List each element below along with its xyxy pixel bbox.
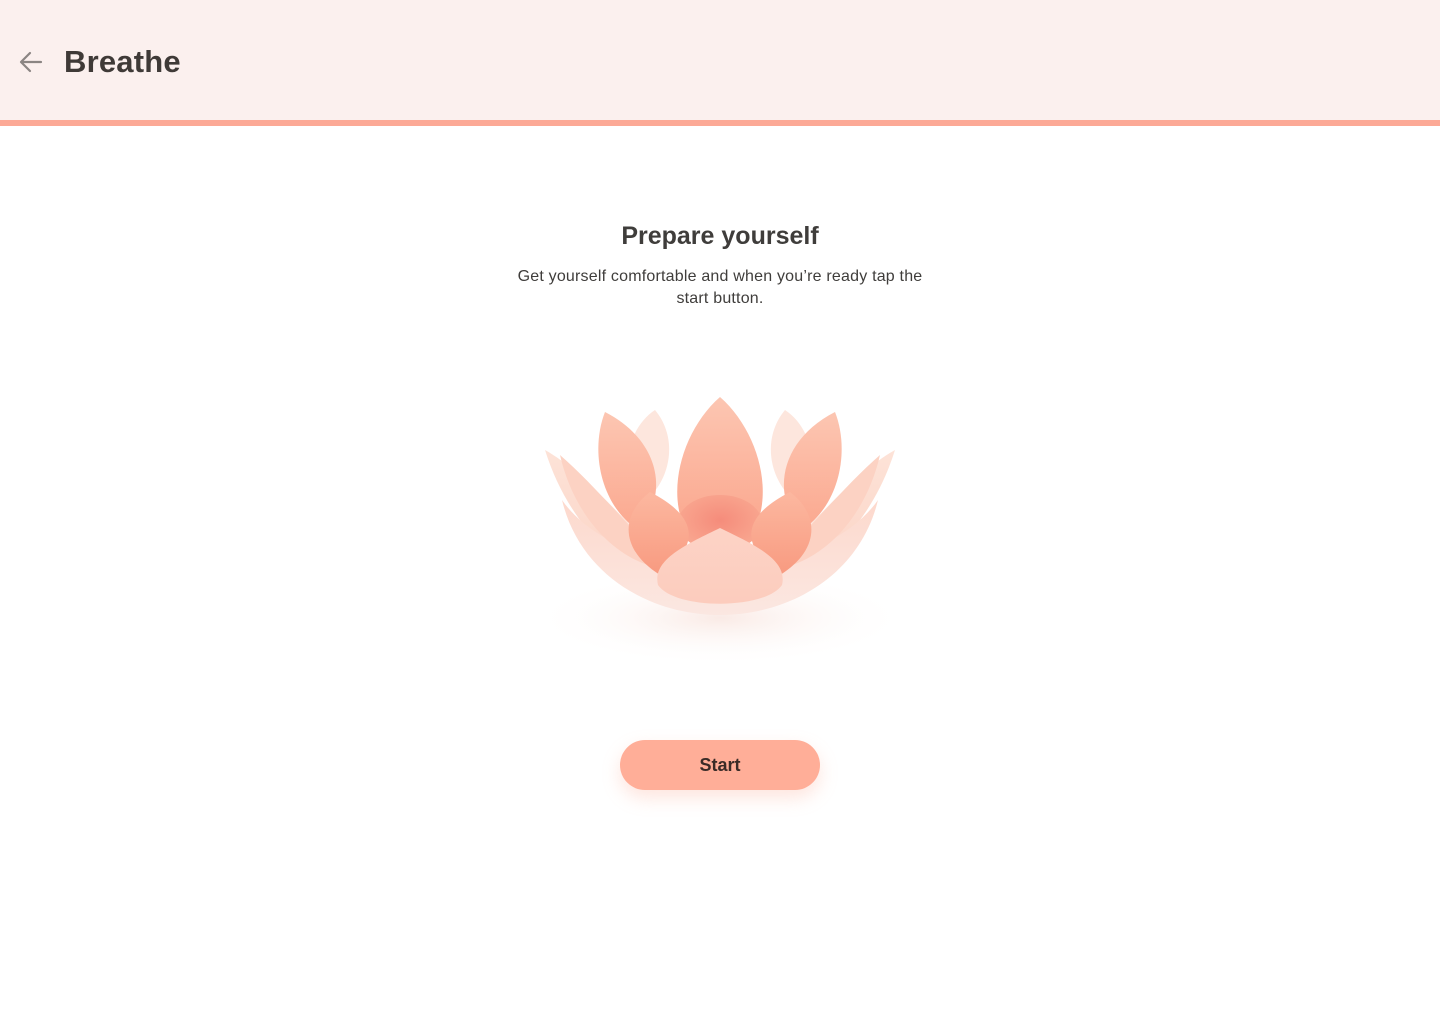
- arrow-left-icon: [19, 51, 43, 73]
- back-button[interactable]: [14, 45, 48, 79]
- header-divider: [0, 120, 1440, 126]
- section-description: Get yourself comfortable and when you’re…: [517, 268, 923, 307]
- section-heading: Prepare yourself: [621, 222, 819, 250]
- app-header: Breathe: [0, 0, 1440, 120]
- page-title: Breathe: [64, 44, 181, 79]
- start-button[interactable]: Start: [620, 740, 820, 790]
- lotus-flower-icon: [530, 397, 910, 666]
